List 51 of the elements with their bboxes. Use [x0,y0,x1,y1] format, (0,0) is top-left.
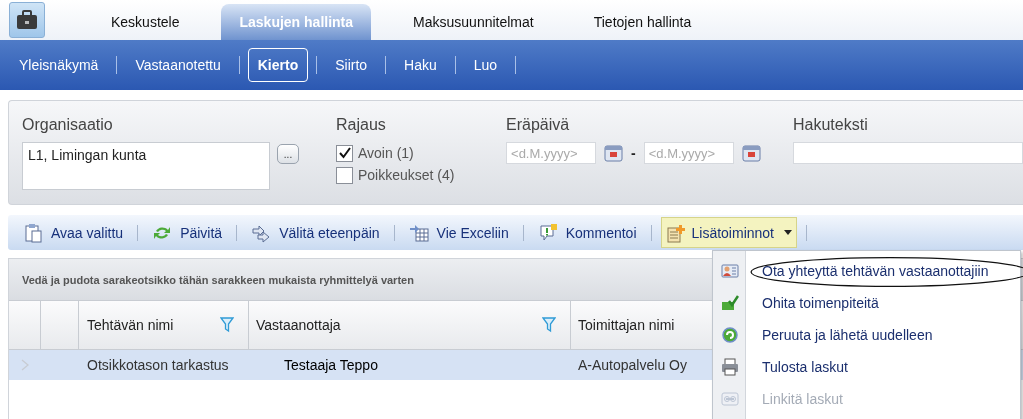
date-field[interactable]: <d.M.yyyy> [643,142,734,164]
table-cell: Testaaja Teppo [284,357,378,373]
toolbar-button[interactable]: Kommentoi [532,217,642,248]
field-label: Eräpäivä [506,115,571,135]
table-cell: A-Autopalvelu Oy [578,357,687,373]
clipboard-plus-icon [665,222,686,243]
range-separator: - [631,145,636,161]
clipboard-icon [23,222,43,243]
column-header[interactable]: Vastaanottaja [249,301,571,349]
resend-icon [720,326,739,344]
checkbox-label: Avoin (1) [358,145,414,161]
date-field[interactable]: <d.M.yyyy> [506,142,597,164]
link-icon [720,390,739,408]
nav-tab[interactable]: Siirto [325,48,378,82]
table-cell: Otsikkotason tarkastus [87,357,229,373]
toolbar-button[interactable]: Välitä eteenpäin [246,217,385,248]
toolbar-button[interactable]: Päivitä [147,217,228,248]
nav-tab[interactable]: Yleisnäkymä [9,48,109,82]
field-label: Rajaus [336,115,387,135]
calendar-icon[interactable] [741,144,761,162]
column-header[interactable]: Tehtävän nimi [79,301,249,349]
browse-button[interactable]: ... [277,144,299,164]
search-field[interactable] [793,142,1023,164]
menu-item[interactable]: Tulosta laskut [762,359,848,375]
toolbar-button[interactable]: Vie Exceliin [403,217,514,248]
field-label: Organisaatio [22,115,114,135]
nav-tab[interactable]: Luo [463,48,508,82]
checkbox[interactable] [336,144,353,162]
nav-tab[interactable]: Kierto [247,48,309,82]
organization-field[interactable]: L1, Limingan kunta [22,142,270,190]
dropdown-button[interactable]: Lisätoiminnot [660,217,797,248]
app-icon[interactable] [9,2,45,38]
top-tab[interactable]: Keskustele [93,4,198,40]
caret-icon [784,230,792,235]
filter-icon[interactable] [220,317,234,333]
printer-icon [720,358,739,376]
nav-tab[interactable]: Vastaanotettu [125,48,231,82]
nav-tab[interactable]: Haku [394,48,447,82]
group-hint: Vedä ja pudota sarakeotsikko tähän sarakkeen mukaista ryhmittelyä varten [22,273,414,286]
field-label: Hakuteksti [793,115,869,135]
top-tab[interactable]: Tietojen hallinta [575,4,710,40]
top-tab[interactable]: Maksusuunnitelmat [395,4,552,40]
contact-card-icon [720,262,739,280]
comment-icon [537,222,558,243]
checkbox-label: Poikkeukset (4) [358,167,455,183]
calendar-icon[interactable] [604,144,624,162]
money-check-icon [720,294,739,312]
spreadsheet-icon [408,222,429,243]
toolbar-button[interactable]: Avaa valittu [18,217,129,248]
checkbox[interactable] [336,166,353,184]
filter-icon[interactable] [542,317,556,333]
